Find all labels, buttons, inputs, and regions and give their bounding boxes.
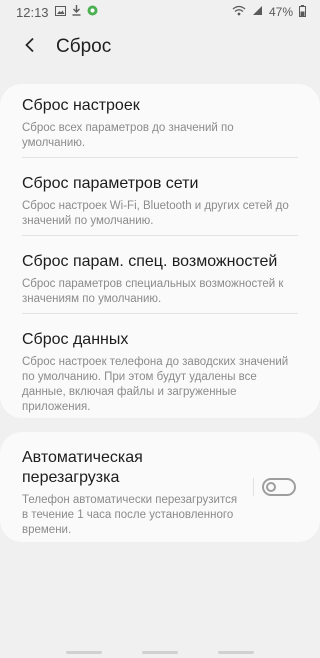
back-arrow-icon (24, 37, 36, 58)
app-bar: Сброс (0, 24, 320, 70)
item-description: Телефон автоматически перезагрузится в т… (22, 494, 238, 536)
status-left: 12:13 (16, 5, 98, 20)
nav-bar-hint (0, 651, 320, 654)
vertical-divider (253, 478, 254, 496)
image-icon (54, 5, 66, 19)
reset-options-card: Сброс настроек Сброс всех параметров до … (0, 84, 320, 418)
auto-restart-item[interactable]: Автоматическая перезагрузка Телефон авто… (22, 448, 240, 538)
reset-settings-item[interactable]: Сброс настроек Сброс всех параметров до … (22, 96, 298, 151)
battery-icon (299, 4, 306, 20)
page-title: Сброс (56, 36, 112, 57)
item-title: Сброс параметров сети (22, 175, 199, 192)
item-description: Сброс настроек телефона до заводских зна… (22, 356, 289, 413)
toggle-knob (266, 482, 276, 492)
status-bar: 12:13 47% (0, 0, 320, 24)
app-notification-icon (87, 5, 98, 19)
reset-accessibility-item[interactable]: Сброс парам. спец. возможностей Сброс па… (22, 252, 298, 307)
nav-hint-line (142, 651, 178, 654)
download-icon (72, 5, 81, 19)
back-button[interactable] (16, 33, 44, 61)
divider (22, 313, 298, 314)
nav-hint-line (218, 651, 254, 654)
reset-network-item[interactable]: Сброс параметров сети Сброс настроек Wi-… (22, 174, 298, 229)
divider (22, 157, 298, 158)
signal-icon (252, 5, 263, 19)
auto-restart-card: Автоматическая перезагрузка Телефон авто… (0, 432, 320, 542)
wifi-icon (232, 5, 246, 19)
item-title: Сброс настроек (22, 97, 140, 114)
divider (22, 235, 298, 236)
nav-hint-line (66, 651, 102, 654)
item-description: Сброс настроек Wi-Fi, Bluetooth и других… (22, 200, 289, 227)
item-description: Сброс параметров специальных возможносте… (22, 278, 284, 305)
item-title: Автоматическая перезагрузка (22, 449, 143, 486)
status-time: 12:13 (16, 4, 49, 20)
item-title: Сброс данных (22, 331, 129, 348)
auto-restart-toggle[interactable] (262, 478, 296, 496)
status-right: 47% (232, 4, 306, 20)
item-title: Сброс парам. спец. возможностей (22, 253, 278, 270)
item-description: Сброс всех параметров до значений по умо… (22, 122, 234, 149)
battery-percent: 47% (268, 5, 293, 19)
factory-reset-item[interactable]: Сброс данных Сброс настроек телефона до … (22, 330, 298, 415)
